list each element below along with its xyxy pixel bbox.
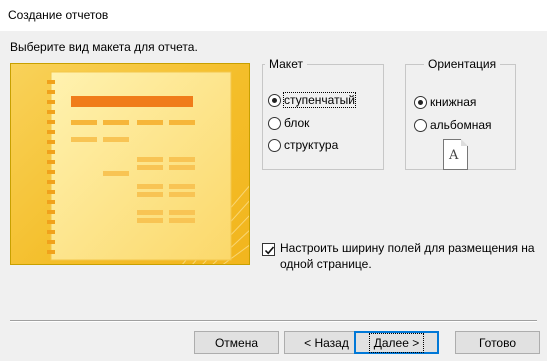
checkmark-icon <box>264 246 275 255</box>
page-fold-icon <box>461 139 468 146</box>
next-button[interactable]: Далее > <box>354 331 439 354</box>
window-title: Создание отчетов <box>8 8 109 22</box>
portrait-page-icon: A <box>443 139 468 170</box>
radio-stepped-label[interactable]: ступенчатый <box>283 92 356 108</box>
finish-button[interactable]: Готово <box>455 331 540 354</box>
radio-block[interactable]: блок <box>268 115 309 131</box>
title-bar: Создание отчетов <box>0 0 547 31</box>
page-letter: A <box>449 148 459 163</box>
fit-width-label[interactable]: Настроить ширину полей для размещения на… <box>280 240 540 272</box>
radio-block-label[interactable]: блок <box>284 116 309 130</box>
fit-width-checkbox[interactable] <box>262 243 275 256</box>
orientation-group: Ориентация книжная альбомная A <box>405 57 516 170</box>
orientation-group-label: Ориентация <box>428 57 497 71</box>
radio-landscape-label[interactable]: альбомная <box>430 118 492 132</box>
radio-landscape-dot[interactable] <box>414 118 427 132</box>
layout-preview <box>10 63 250 265</box>
radio-portrait-dot[interactable] <box>414 95 427 109</box>
back-button-label: < Назад <box>304 335 349 350</box>
radio-block-dot[interactable] <box>268 116 281 130</box>
finish-button-label: Готово <box>478 335 517 350</box>
radio-portrait[interactable]: книжная <box>414 94 476 110</box>
radio-stepped-dot[interactable] <box>268 93 281 107</box>
radio-outline[interactable]: структура <box>268 137 338 153</box>
radio-stepped[interactable]: ступенчатый <box>268 92 356 108</box>
radio-landscape[interactable]: альбомная <box>414 117 492 133</box>
next-button-label: Далее > <box>368 332 425 353</box>
cancel-button-label: Отмена <box>214 335 259 350</box>
layout-group: Макет ступенчатый блок структура <box>262 57 384 170</box>
radio-outline-label[interactable]: структура <box>284 138 338 152</box>
cancel-button[interactable]: Отмена <box>194 331 279 354</box>
radio-outline-dot[interactable] <box>268 138 281 152</box>
layout-group-label: Макет <box>269 57 303 71</box>
preview-illustration <box>47 71 249 264</box>
footer-separator <box>10 320 537 322</box>
radio-portrait-label[interactable]: книжная <box>430 95 476 109</box>
layout-prompt: Выберите вид макета для отчета. <box>10 40 198 54</box>
